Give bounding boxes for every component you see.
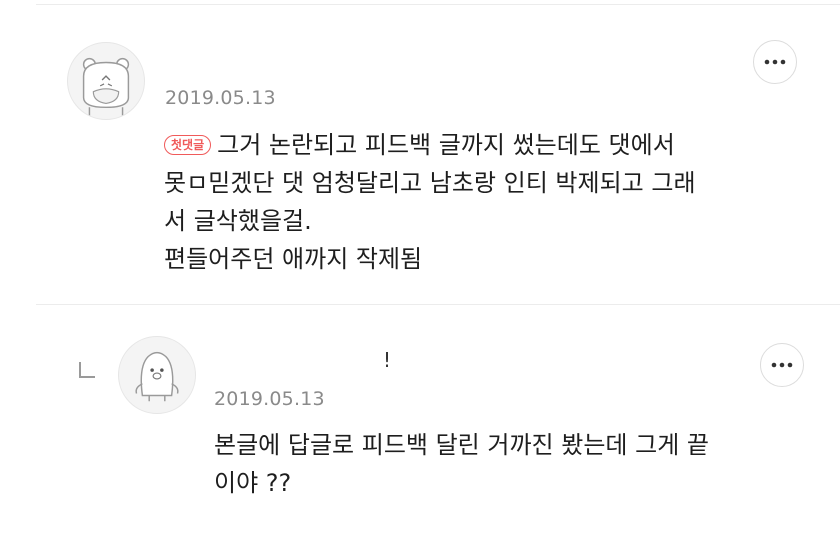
more-horizontal-icon: [771, 362, 793, 368]
comment-line: 못ㅁ믿겠단 댓 엄청달리고 남초랑 인티 박제되고 그래: [164, 169, 696, 197]
comment-date: 2019.05.13: [165, 87, 276, 109]
author-name[interactable]: !: [383, 348, 391, 372]
reply-arrow-icon: [79, 362, 95, 378]
comment-body: 첫댓글 그거 논란되고 피드백 글까지 썼는데도 댓에서 못ㅁ믿겠단 댓 엄청달리…: [164, 126, 804, 278]
more-options-button[interactable]: [760, 343, 804, 387]
more-options-button[interactable]: [753, 40, 797, 84]
comment-line: 편들어주던 애까지 작제됨: [164, 245, 423, 273]
penguin-avatar-icon: [135, 351, 179, 402]
hamster-avatar-icon: [82, 57, 130, 118]
comment-divider: [36, 304, 840, 305]
comment-line: 이야 ??: [214, 469, 292, 497]
comment-date: 2019.05.13: [214, 388, 325, 410]
first-comment-badge: 첫댓글: [164, 135, 212, 155]
avatar[interactable]: [118, 336, 196, 414]
comment-body: 본글에 답글로 피드백 달린 거까진 봤는데 그게 끝 이야 ??: [214, 426, 814, 502]
comment-line: 서 글삭했을걸.: [164, 207, 312, 235]
avatar[interactable]: [67, 42, 145, 120]
comment-line: 첫댓글 그거 논란되고 피드백 글까지 썼는데도 댓에서: [164, 126, 804, 164]
more-horizontal-icon: [764, 59, 786, 65]
comment-line: 본글에 답글로 피드백 달린 거까진 봤는데 그게 끝: [214, 431, 710, 459]
top-divider: [36, 4, 840, 5]
